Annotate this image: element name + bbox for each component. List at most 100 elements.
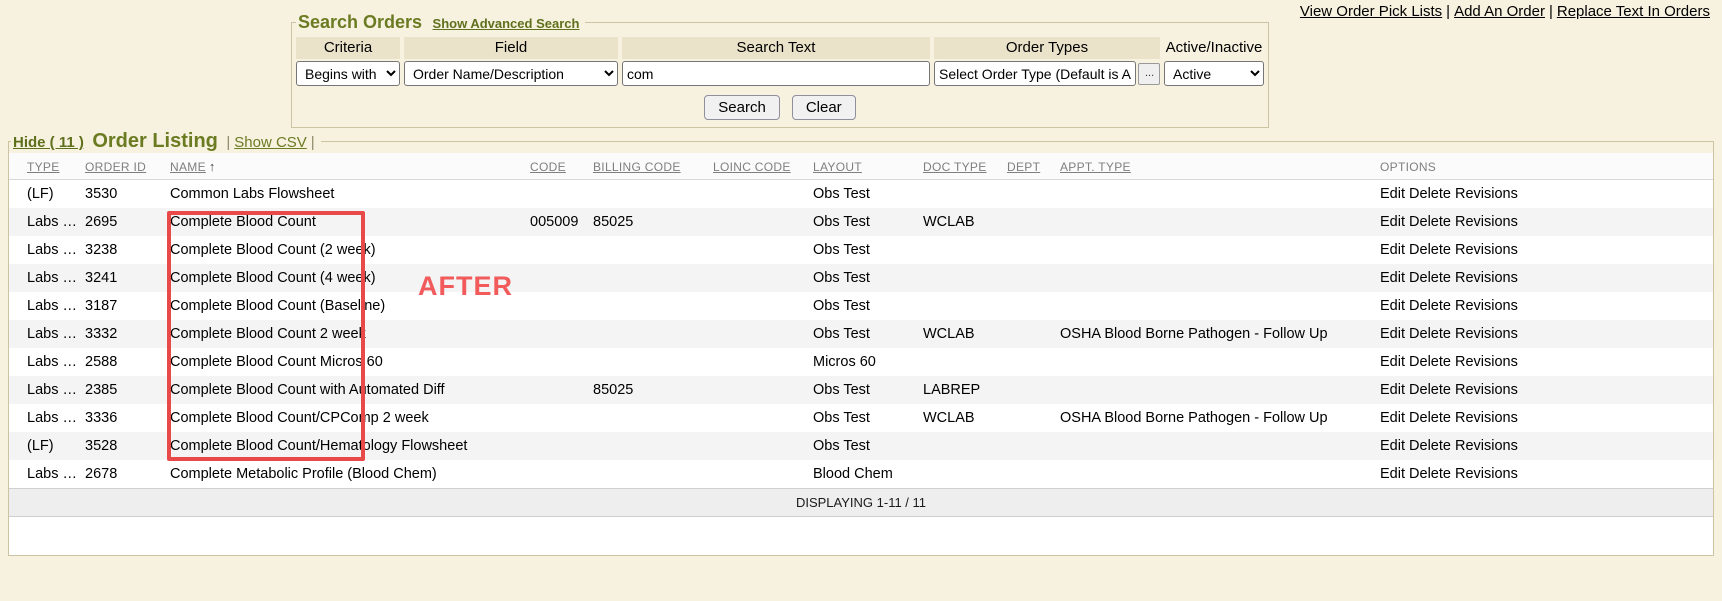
revisions-link[interactable]: Revisions bbox=[1455, 354, 1518, 370]
revisions-link[interactable]: Revisions bbox=[1455, 214, 1518, 230]
revisions-link[interactable]: Revisions bbox=[1455, 326, 1518, 342]
edit-link[interactable]: Edit bbox=[1380, 354, 1405, 370]
add-an-order-link[interactable]: Add An Order bbox=[1454, 3, 1545, 20]
delete-link[interactable]: Delete bbox=[1409, 438, 1451, 454]
cell-loinc-code bbox=[709, 460, 809, 488]
cell-loinc-code bbox=[709, 236, 809, 264]
delete-link[interactable]: Delete bbox=[1409, 270, 1451, 286]
hide-listing-link[interactable]: Hide ( 11 ) bbox=[13, 134, 84, 151]
cell-layout: Obs Test bbox=[809, 264, 919, 292]
revisions-link[interactable]: Revisions bbox=[1455, 382, 1518, 398]
cell-name: Complete Blood Count with Automated Diff bbox=[166, 376, 526, 404]
cell-type: Labs (L) bbox=[9, 292, 81, 320]
cell-layout: Obs Test bbox=[809, 432, 919, 460]
cell-loinc-code bbox=[709, 404, 809, 432]
cell-type: Labs (L) bbox=[9, 348, 81, 376]
column-header-layout[interactable]: LAYOUT bbox=[809, 153, 919, 180]
cell-layout: Obs Test bbox=[809, 376, 919, 404]
search-button[interactable]: Search bbox=[704, 95, 780, 120]
edit-link[interactable]: Edit bbox=[1380, 242, 1405, 258]
cell-loinc-code bbox=[709, 208, 809, 236]
revisions-link[interactable]: Revisions bbox=[1455, 186, 1518, 202]
cell-code bbox=[526, 236, 589, 264]
show-csv-link[interactable]: Show CSV bbox=[234, 134, 307, 151]
order-listing-panel: Hide ( 11 ) Order Listing |Show CSV| TYP… bbox=[8, 130, 1714, 556]
search-text-input[interactable] bbox=[622, 61, 930, 86]
edit-link[interactable]: Edit bbox=[1380, 214, 1405, 230]
cell-code bbox=[526, 180, 589, 209]
edit-link[interactable]: Edit bbox=[1380, 466, 1405, 482]
revisions-link[interactable]: Revisions bbox=[1455, 410, 1518, 426]
delete-link[interactable]: Delete bbox=[1409, 354, 1451, 370]
revisions-link[interactable]: Revisions bbox=[1455, 298, 1518, 314]
delete-link[interactable]: Delete bbox=[1409, 410, 1451, 426]
cell-code bbox=[526, 404, 589, 432]
delete-link[interactable]: Delete bbox=[1409, 186, 1451, 202]
view-order-pick-lists-link[interactable]: View Order Pick Lists bbox=[1300, 3, 1442, 20]
column-header-loinc-code[interactable]: LOINC CODE bbox=[709, 153, 809, 180]
cell-name: Complete Metabolic Profile (Blood Chem) bbox=[166, 460, 526, 488]
edit-link[interactable]: Edit bbox=[1380, 382, 1405, 398]
cell-billing-code bbox=[589, 432, 709, 460]
column-header-name[interactable]: NAME↑ bbox=[166, 153, 526, 180]
clear-button[interactable]: Clear bbox=[792, 95, 856, 120]
cell-options: Edit Delete Revisions bbox=[1376, 432, 1713, 460]
order-type-browse-button[interactable]: ... bbox=[1138, 63, 1160, 85]
cell-dept bbox=[1003, 180, 1056, 209]
cell-options: Edit Delete Revisions bbox=[1376, 264, 1713, 292]
order-row: Labs (L)3187Complete Blood Count (Baseli… bbox=[9, 292, 1713, 320]
search-orders-panel: Search Orders Show Advanced Search Crite… bbox=[291, 12, 1269, 128]
edit-link[interactable]: Edit bbox=[1380, 326, 1405, 342]
edit-link[interactable]: Edit bbox=[1380, 410, 1405, 426]
column-header-dept[interactable]: DEPT bbox=[1003, 153, 1056, 180]
edit-link[interactable]: Edit bbox=[1380, 270, 1405, 286]
delete-link[interactable]: Delete bbox=[1409, 214, 1451, 230]
delete-link[interactable]: Delete bbox=[1409, 466, 1451, 482]
show-advanced-search-link[interactable]: Show Advanced Search bbox=[433, 16, 580, 31]
cell-order-id: 3336 bbox=[81, 404, 166, 432]
cell-layout: Obs Test bbox=[809, 180, 919, 209]
delete-link[interactable]: Delete bbox=[1409, 382, 1451, 398]
cell-dept bbox=[1003, 264, 1056, 292]
nav-separator: | bbox=[1549, 3, 1553, 20]
delete-link[interactable]: Delete bbox=[1409, 242, 1451, 258]
cell-order-id: 2385 bbox=[81, 376, 166, 404]
edit-link[interactable]: Edit bbox=[1380, 186, 1405, 202]
revisions-link[interactable]: Revisions bbox=[1455, 270, 1518, 286]
replace-text-in-orders-link[interactable]: Replace Text In Orders bbox=[1557, 3, 1710, 20]
order-listing-title: Order Listing bbox=[92, 130, 218, 152]
column-header-billing-code[interactable]: BILLING CODE bbox=[589, 153, 709, 180]
cell-dept bbox=[1003, 292, 1056, 320]
cell-name: Complete Blood Count (2 week) bbox=[166, 236, 526, 264]
column-header-doc-type[interactable]: DOC TYPE bbox=[919, 153, 1003, 180]
order-row: Labs (L)2695Complete Blood Count00500985… bbox=[9, 208, 1713, 236]
column-header-code[interactable]: CODE bbox=[526, 153, 589, 180]
cell-name: Complete Blood Count (Baseline) bbox=[166, 292, 526, 320]
active-inactive-select[interactable]: Active bbox=[1164, 61, 1264, 86]
column-header-type[interactable]: TYPE bbox=[9, 153, 81, 180]
order-type-input[interactable] bbox=[934, 61, 1136, 86]
edit-link[interactable]: Edit bbox=[1380, 298, 1405, 314]
revisions-link[interactable]: Revisions bbox=[1455, 438, 1518, 454]
criteria-select[interactable]: Begins with bbox=[296, 61, 400, 86]
cell-code bbox=[526, 376, 589, 404]
cell-billing-code bbox=[589, 292, 709, 320]
order-table-header-row: TYPEORDER IDNAME↑CODEBILLING CODELOINC C… bbox=[9, 153, 1713, 180]
edit-link[interactable]: Edit bbox=[1380, 438, 1405, 454]
order-row: (LF)3530Common Labs FlowsheetObs TestEdi… bbox=[9, 180, 1713, 209]
cell-dept bbox=[1003, 348, 1056, 376]
delete-link[interactable]: Delete bbox=[1409, 298, 1451, 314]
delete-link[interactable]: Delete bbox=[1409, 326, 1451, 342]
field-select[interactable]: Order Name/Description bbox=[404, 61, 618, 86]
revisions-link[interactable]: Revisions bbox=[1455, 466, 1518, 482]
cell-doc-type bbox=[919, 460, 1003, 488]
column-header-order-id[interactable]: ORDER ID bbox=[81, 153, 166, 180]
order-table-body: (LF)3530Common Labs FlowsheetObs TestEdi… bbox=[9, 180, 1713, 489]
cell-appt-type: OSHA Blood Borne Pathogen - Follow Up bbox=[1056, 320, 1376, 348]
active-inactive-column-label: Active/Inactive bbox=[1164, 37, 1264, 59]
cell-doc-type bbox=[919, 180, 1003, 209]
cell-loinc-code bbox=[709, 180, 809, 209]
column-header-appt-type[interactable]: APPT. TYPE bbox=[1056, 153, 1376, 180]
cell-code bbox=[526, 460, 589, 488]
revisions-link[interactable]: Revisions bbox=[1455, 242, 1518, 258]
